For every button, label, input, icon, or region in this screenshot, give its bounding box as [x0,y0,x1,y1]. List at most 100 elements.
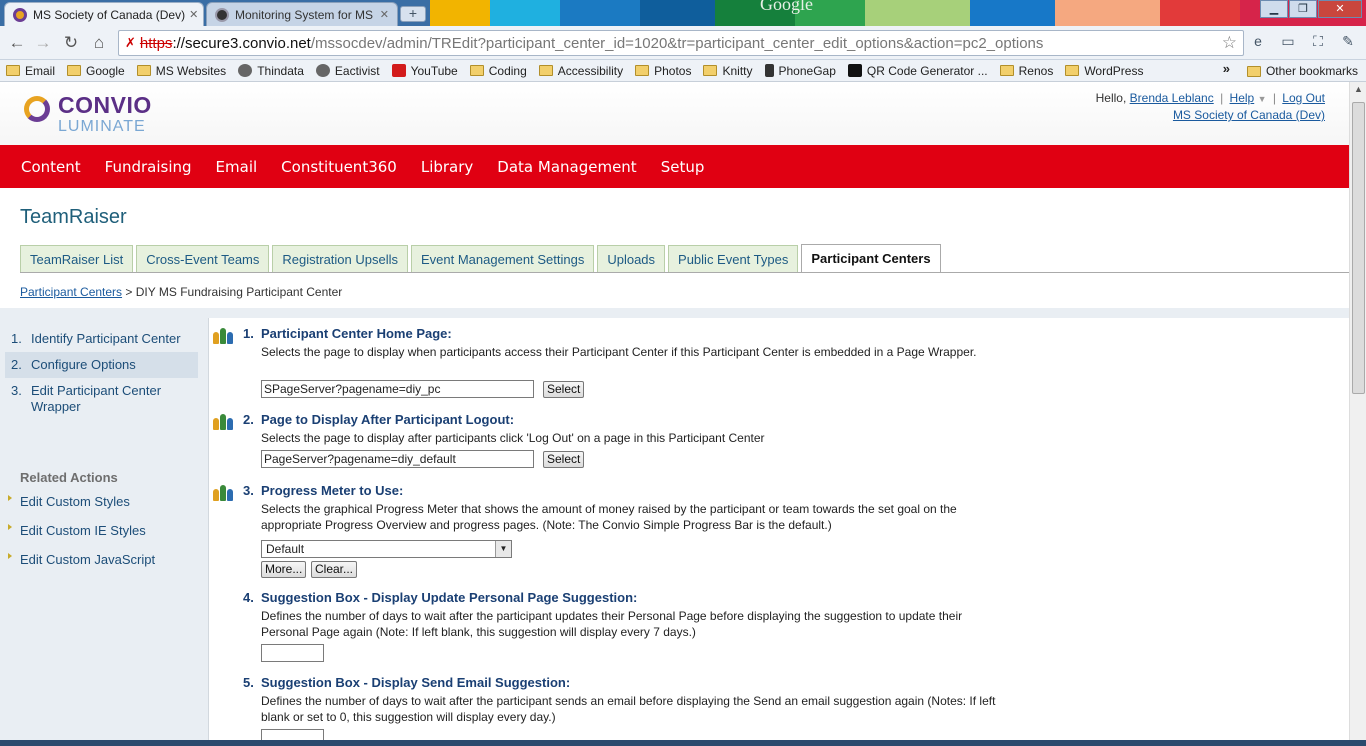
background-stripe [1160,0,1240,26]
close-icon[interactable]: ✕ [376,8,389,21]
tab-label: MS Society of Canada (Dev) [33,7,186,22]
fullscreen-icon[interactable]: ⛶ [1308,33,1328,53]
tab-uploads[interactable]: Uploads [597,245,666,273]
user-name-link[interactable]: Brenda Leblanc [1130,91,1214,105]
tab-public-event-types[interactable]: Public Event Types [668,245,799,273]
bookmark-coding[interactable]: Coding [469,64,527,78]
user-links: Hello, Brenda Leblanc | Help ▼ | Log Out… [1096,90,1325,123]
globe-icon [238,64,253,77]
bookmark-google[interactable]: Google [67,64,125,78]
chevron-down-icon[interactable]: ▼ [495,541,511,557]
home-page-select-button[interactable]: Select [543,381,585,398]
participants-icon [213,414,233,430]
step-edit-participant-center-wrapper[interactable]: 3. Edit Participant Center Wrapper [5,378,198,420]
tab-event-management-settings[interactable]: Event Management Settings [411,245,595,273]
update-personal-page-days-input[interactable] [261,644,324,662]
logout-link[interactable]: Log Out [1282,91,1325,105]
folder-icon [6,65,20,76]
bookmark-photos[interactable]: Photos [635,64,691,78]
nav-constituent360[interactable]: Constituent360 [281,158,397,176]
edit-custom-ie-styles-link[interactable]: Edit Custom IE Styles [5,518,198,543]
related-actions-heading: Related Actions [20,470,118,485]
browser-tab-ms-society[interactable]: MS Society of Canada (Dev) ✕ [4,2,204,26]
background-stripe [490,0,560,26]
nav-setup[interactable]: Setup [661,158,705,176]
participants-icon [213,328,233,344]
bookmark-label: MS Websites [155,63,227,78]
bookmark-accessibility[interactable]: Accessibility [538,63,624,78]
tab-teamraiser-list[interactable]: TeamRaiser List [20,245,134,273]
step-configure-options[interactable]: 2. Configure Options [5,352,198,378]
window-close-icon[interactable]: ✕ [1318,0,1362,18]
bookmark-qr-code-generator[interactable]: QR Code Generator ... [847,64,988,78]
edit-custom-javascript-link[interactable]: Edit Custom JavaScript [5,547,198,572]
organization-link[interactable]: MS Society of Canada (Dev) [1173,108,1325,122]
ie-tab-icon[interactable]: e [1248,33,1268,53]
nav-library[interactable]: Library [421,158,473,176]
bookmark-eactivist[interactable]: Eactivist [315,63,380,78]
page-scrollbar[interactable]: ▲ [1349,82,1366,746]
bookmark-youtube[interactable]: YouTube [391,64,458,78]
step-label: Edit Participant Center Wrapper [31,383,162,414]
edit-custom-styles-link[interactable]: Edit Custom Styles [5,489,198,514]
progress-meter-clear-button[interactable]: Clear... [311,561,358,578]
bookmark-renos[interactable]: Renos [999,64,1053,78]
nav-fundraising[interactable]: Fundraising [105,158,192,176]
progress-meter-more-button[interactable]: More... [261,561,307,578]
bookmark-phonegap[interactable]: PhoneGap [764,64,836,78]
convio-favicon-icon [13,7,27,22]
tab-label: Monitoring System for MS [235,7,374,22]
field-heading: 3. Progress Meter to Use: [243,483,404,498]
folder-icon [703,65,718,76]
logout-page-select-button[interactable]: Select [543,451,585,468]
tab-participant-centers[interactable]: Participant Centers [801,244,941,273]
bookmark-wordpress[interactable]: WordPress [1065,64,1143,78]
progress-meter-select[interactable]: Default ▼ [261,540,512,558]
other-bookmarks[interactable]: Other bookmarks [1246,64,1358,78]
help-link[interactable]: Help [1230,91,1255,105]
bookmark-email[interactable]: Email [6,64,55,78]
bookmark-label: Accessibility [557,63,624,78]
scrollbar-thumb[interactable] [1352,102,1365,394]
tab-registration-upsells[interactable]: Registration Upsells [272,245,408,273]
background-stripe [560,0,640,26]
scroll-up-icon[interactable]: ▲ [1350,84,1366,94]
restore-icon[interactable]: ❐ [1289,0,1317,18]
home-icon[interactable]: ⌂ [88,32,110,54]
new-tab-button[interactable]: + [400,6,426,22]
bookmarks-bar: Email Google MS Websites Thindata Eactiv… [0,60,1366,82]
step-number: 1. [11,331,22,346]
bookmark-knitty[interactable]: Knitty [703,64,753,78]
bookmark-thindata[interactable]: Thindata [238,64,304,78]
globe-icon [315,64,330,77]
back-arrow-icon[interactable]: ← [6,32,28,54]
folder-icon [136,65,151,76]
bookmarks-overflow-chevron[interactable]: » [1223,61,1230,76]
window-controls: ▁ ❐ ✕ [1259,0,1362,18]
logout-page-input[interactable] [261,450,534,468]
reload-icon[interactable]: ↻ [60,32,82,54]
bookmark-label: Eactivist [334,63,380,78]
tab-cross-event-teams[interactable]: Cross-Event Teams [136,245,270,273]
home-page-input[interactable] [261,380,534,398]
hello-text: Hello, [1095,91,1127,105]
field-description: Defines the number of days to wait after… [261,609,963,639]
browser-tab-monitoring[interactable]: Monitoring System for MS ✕ [206,2,398,26]
address-bar[interactable]: ✗ https ://secure3.convio.net /mssocdev/… [118,30,1244,56]
help-dropdown-icon[interactable]: ▼ [1258,94,1267,104]
minimize-icon[interactable]: ▁ [1260,0,1288,18]
app-header: CONVIO LUMINATE Hello, Brenda Leblanc | … [0,82,1349,145]
bookmark-star-icon[interactable]: ☆ [1222,33,1237,53]
close-icon[interactable]: ✕ [185,8,198,21]
nav-data-management[interactable]: Data Management [497,158,636,176]
nav-content[interactable]: Content [21,158,81,176]
page-menu-icon[interactable]: ▭ [1278,33,1298,53]
step-identify-participant-center[interactable]: 1. Identify Participant Center [5,326,198,352]
bookmark-ms-websites[interactable]: MS Websites [136,63,227,78]
wrench-icon[interactable]: ✎ [1338,33,1358,53]
forward-arrow-icon[interactable]: → [32,32,54,54]
nav-email[interactable]: Email [216,158,258,176]
breadcrumb-participant-centers-link[interactable]: Participant Centers [20,285,122,299]
os-taskbar [0,740,1366,746]
breadcrumb-separator: > [125,285,133,299]
